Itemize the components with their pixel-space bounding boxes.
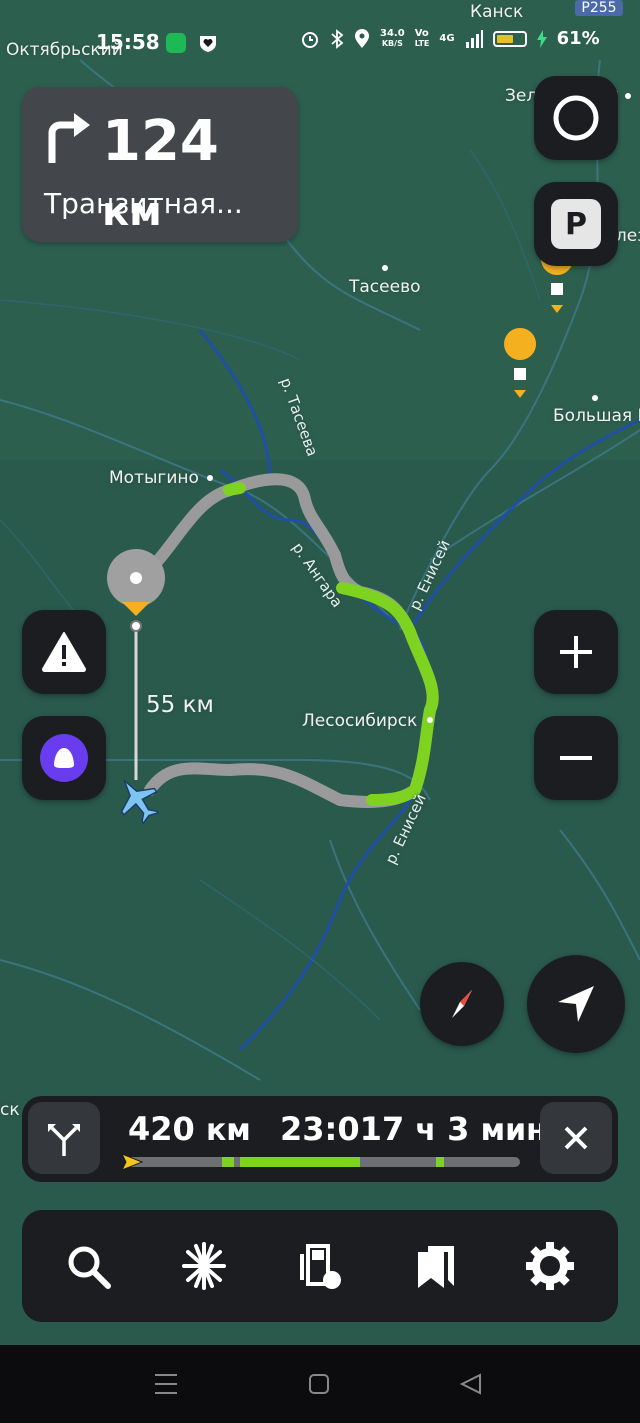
alternative-routes-button[interactable] [28,1102,100,1174]
route-start-marker [107,549,165,616]
zoom-in-button[interactable] [534,610,618,694]
close-icon [564,1126,588,1150]
alarm-icon [302,31,318,48]
heart-shield-icon [200,36,216,52]
parking-icon: P [551,199,601,249]
route-distance: 420 км [128,1110,251,1148]
place-label: ск [0,1100,20,1120]
maneuver-card[interactable]: 124 км Транзитная... [22,87,298,242]
turn-right-icon [48,113,90,163]
battery-icon [492,30,527,47]
plane-cursor-icon [120,779,160,825]
layers-ring-icon [553,95,599,141]
battery-percent: 61% [556,28,600,49]
route-duration: 7 ч 3 мин [382,1110,547,1148]
route-info-bar: 420 км 23:01 7 ч 3 мин [22,1096,618,1182]
home-icon[interactable] [308,1373,330,1395]
signal-icon [465,29,483,48]
volte-indicator: Vo LTE [414,27,430,48]
fuel-icon [300,1244,341,1289]
bottom-toolbar [22,1210,618,1322]
compass-icon [452,990,472,1018]
compass-button[interactable] [420,962,504,1046]
alice-icon [40,734,88,782]
bookmarks-button[interactable] [406,1236,466,1296]
search-icon [68,1246,111,1289]
gas-flash-icon [182,1242,226,1290]
net-speed: 34.0 KB/S [380,27,405,48]
route-fork-icon [48,1124,80,1156]
poi-pin-icon [504,328,537,398]
parking-button[interactable]: P [534,182,618,266]
network-type: 4G [439,32,455,44]
route-progress-bar [126,1157,520,1167]
menu-icon[interactable] [154,1373,178,1395]
status-time: 15:58 [96,30,160,54]
bluetooth-icon [331,28,344,49]
status-right: 34.0 KB/S Vo LTE 4G 61% [300,28,600,49]
location-icon [355,28,369,48]
alice-assistant-button[interactable] [22,716,106,800]
arrival-time: 23:01 [280,1110,382,1148]
warning-icon [42,632,86,672]
search-button[interactable] [58,1236,118,1296]
maneuver-street: Транзитная... [44,187,243,220]
my-location-button[interactable] [527,955,625,1053]
report-incident-button[interactable] [22,610,106,694]
bookmarks-icon [418,1246,454,1288]
minus-icon [560,756,592,760]
status-bar: 15:58 34.0 KB/S Vo LTE 4G 61% [0,0,640,66]
spotify-icon [166,33,186,53]
cancel-route-button[interactable] [540,1102,612,1174]
layers-button[interactable] [534,76,618,160]
settings-icon [526,1242,574,1290]
charging-icon [536,29,547,48]
settings-button[interactable] [520,1236,580,1296]
plus-icon [560,636,592,668]
gas-station-button[interactable] [174,1236,234,1296]
system-nav-bar [0,1345,640,1423]
zoom-out-button[interactable] [534,716,618,800]
progress-cursor-icon [120,1153,144,1171]
navigation-arrow-icon [558,986,594,1022]
back-icon[interactable] [460,1373,482,1395]
fuel-button[interactable] [290,1236,350,1296]
